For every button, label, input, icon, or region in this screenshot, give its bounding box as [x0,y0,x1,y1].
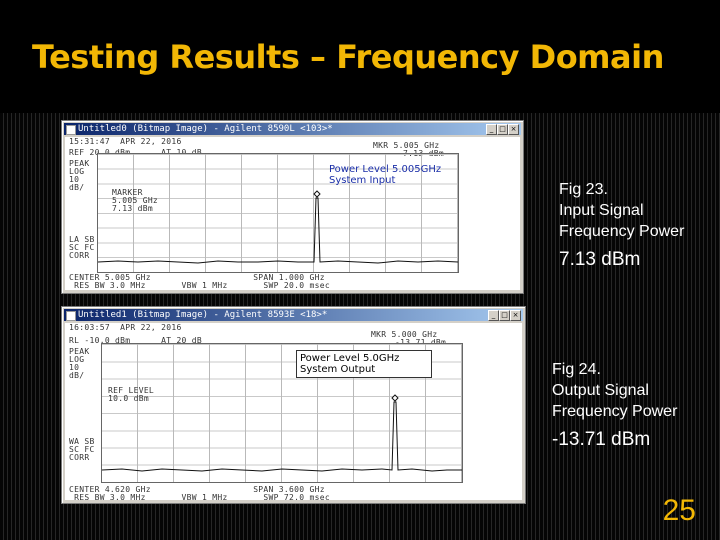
spectrum-grid: REF LEVEL 10.0 dBm Power Level 5.0GHz Sy… [101,343,463,483]
timestamp: 15:31:47 APR 22, 2016 [69,137,182,146]
mode-label: CORR [69,453,90,462]
maximize-button[interactable]: □ [497,124,508,135]
window-titlebar: Untitled1 (Bitmap Image) - Agilent 8593E… [64,309,523,321]
spectrum-window-input: Untitled0 (Bitmap Image) - Agilent 8590L… [61,120,524,294]
minimize-button[interactable]: _ [488,310,499,321]
analyzer-screen: 15:31:47 APR 22, 2016 REF 20.0 dBm AT 10… [65,137,520,290]
close-button[interactable]: × [508,124,519,135]
figure-number: Fig 24. [552,361,601,378]
annotation-subtitle: System Output [300,364,376,375]
timestamp: 16:03:57 APR 22, 2016 [69,323,182,332]
close-button[interactable]: × [510,310,521,321]
bandwidth-line: RES BW 3.0 MHz VBW 1 MHz SWP 72.0 msec [69,493,330,502]
marker-readout: 7.13 dBm [112,204,153,213]
scale-label: dB/ [69,371,85,380]
power-value: 7.13 dBm [559,249,641,270]
power-value: -13.71 dBm [552,429,651,450]
annotation-title: Power Level 5.0GHz [300,353,400,364]
caption-line: Frequency Power [552,403,678,420]
bandwidth-line: RES BW 3.0 MHz VBW 1 MHz SWP 20.0 msec [69,281,330,290]
annotation-box: Power Level 5.005GHz System Input [326,162,444,188]
page-number: 25 [662,494,696,527]
annotation-title: Power Level 5.005GHz [329,164,442,175]
window-title: Untitled1 (Bitmap Image) - Agilent 8593E… [78,310,328,320]
window-titlebar: Untitled0 (Bitmap Image) - Agilent 8590L… [64,123,521,135]
figure-caption-input: Fig 23. Input Signal Frequency Power 7.1… [559,179,684,272]
figure-number: Fig 23. [559,181,608,198]
scale-label: dB/ [69,183,85,192]
annotation-subtitle: System Input [329,175,396,186]
mode-label: CORR [69,251,90,260]
bitmap-app-icon [66,125,76,135]
minimize-button[interactable]: _ [486,124,497,135]
caption-line: Frequency Power [559,223,685,240]
title-bar: Testing Results – Frequency Domain [0,0,720,113]
spectrum-grid: MARKER 5.005 GHz 7.13 dBm Power Level 5.… [97,153,459,273]
window-title: Untitled0 (Bitmap Image) - Agilent 8590L… [78,124,333,134]
caption-line: Output Signal [552,382,649,399]
analyzer-screen: 16:03:57 APR 22, 2016 RL -10.0 dBm AT 20… [65,323,522,502]
marker-readout: 10.0 dBm [108,394,149,403]
caption-line: Input Signal [559,202,644,219]
bitmap-app-icon [66,311,76,321]
figure-caption-output: Fig 24. Output Signal Frequency Power -1… [552,359,677,452]
annotation-box: Power Level 5.0GHz System Output [296,350,432,378]
spectrum-window-output: Untitled1 (Bitmap Image) - Agilent 8593E… [61,306,526,504]
slide-title: Testing Results – Frequency Domain [32,38,664,76]
maximize-button[interactable]: □ [499,310,510,321]
